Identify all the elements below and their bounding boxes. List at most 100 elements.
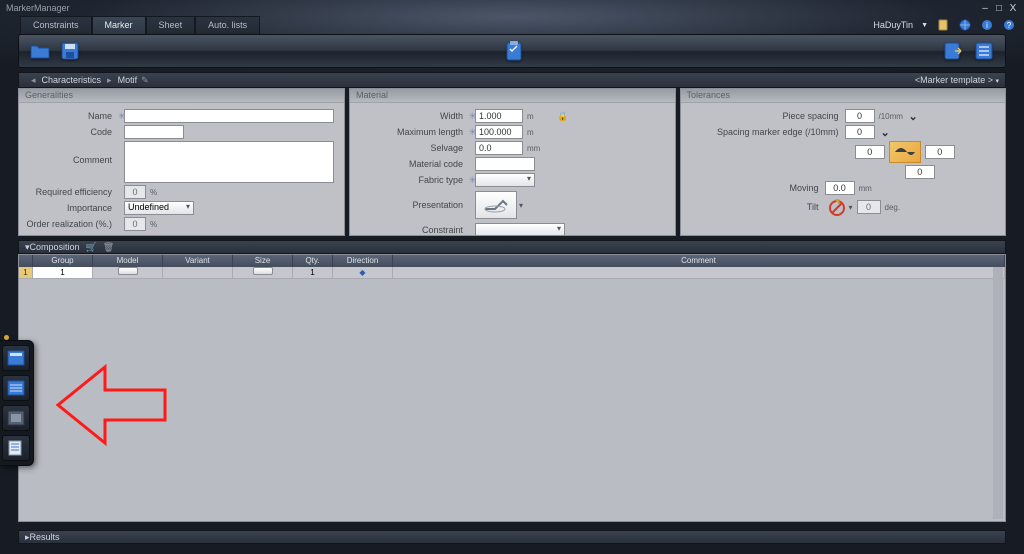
breadcrumb: ◂ Characteristics ▸ Motif ✎ <Marker temp… [18, 72, 1006, 88]
chevron-right-icon: ▸ [107, 75, 112, 86]
col-group[interactable]: Group [33, 255, 93, 267]
col-comment[interactable]: Comment [393, 255, 1005, 267]
side-dock [0, 340, 34, 466]
dock-btn-1[interactable] [2, 345, 30, 371]
col-size[interactable]: Size [233, 255, 293, 267]
edge-right-field[interactable] [925, 145, 955, 159]
col-qty[interactable]: Qty. [293, 255, 333, 267]
label-selvage: Selvage [354, 143, 469, 153]
pencil-icon[interactable]: ✎ [141, 75, 149, 86]
label-width: Width [354, 111, 469, 121]
panel-generalities-header: Generalities [19, 89, 344, 103]
piecespacing-field[interactable] [845, 109, 875, 123]
selvage-field[interactable] [475, 141, 523, 155]
results-title: Results [30, 532, 60, 542]
label-moving: Moving [685, 183, 825, 193]
grid-header: Group Model Variant Size Qty. Direction … [19, 255, 1005, 267]
cell-qty[interactable]: 1 [293, 267, 333, 279]
panel-material: Material Width✳ m 🔒 Maximum length✳ m Se… [349, 88, 676, 236]
fold-icon [481, 195, 511, 215]
composition-grid: Group Model Variant Size Qty. Direction … [18, 254, 1006, 522]
minimize-button[interactable]: – [980, 3, 990, 13]
svg-text:i: i [986, 21, 988, 30]
matcode-field[interactable] [475, 157, 535, 171]
dock-btn-3[interactable] [2, 405, 30, 431]
panel-material-header: Material [350, 89, 675, 103]
label-code: Code [23, 127, 118, 137]
panel-tolerances: Tolerances Piece spacing /10mm ⌄ Spacing… [680, 88, 1007, 236]
vertical-scrollbar[interactable] [993, 267, 1003, 519]
list-button[interactable] [971, 38, 997, 64]
globe-icon[interactable] [958, 18, 972, 32]
fabrictype-dropdown[interactable] [475, 173, 535, 187]
code-field[interactable] [124, 125, 184, 139]
orderreal-unit: % [150, 220, 174, 229]
clipboard-button[interactable] [501, 38, 527, 64]
marker-template-dropdown[interactable]: <Marker template > ▾ [915, 75, 999, 85]
label-matcode: Material code [354, 159, 469, 169]
maximize-button[interactable]: □ [994, 3, 1004, 13]
close-button[interactable]: X [1008, 3, 1018, 13]
col-direction[interactable]: Direction [333, 255, 393, 267]
results-bar[interactable]: ▸ Results [18, 530, 1006, 544]
orderreal-field[interactable] [124, 217, 146, 231]
dock-btn-4[interactable] [2, 435, 30, 461]
constraint-dropdown[interactable] [475, 223, 565, 235]
label-presentation: Presentation [354, 200, 469, 210]
cell-size-picker[interactable] [253, 267, 273, 275]
label-reqeff: Required efficiency [23, 187, 118, 197]
expand-chevron-icon-2[interactable]: ⌄ [881, 126, 890, 139]
dock-btn-2[interactable] [2, 375, 30, 401]
presentation-button[interactable] [475, 191, 517, 219]
tab-sheet[interactable]: Sheet [146, 16, 196, 34]
panel-tolerances-header: Tolerances [681, 89, 1006, 103]
maxlen-field[interactable] [475, 125, 523, 139]
help-icon[interactable]: ? [1002, 18, 1016, 32]
table-row[interactable]: 1 1 ◆ [19, 267, 1005, 279]
tab-constraints[interactable]: Constraints [20, 16, 92, 34]
delete-icon[interactable]: 🗑 [103, 242, 114, 253]
label-importance: Importance [23, 203, 118, 213]
paste-icon[interactable] [936, 18, 950, 32]
export-button[interactable] [941, 38, 967, 64]
col-variant[interactable]: Variant [163, 255, 233, 267]
user-name: HaDuyTin [873, 20, 913, 30]
col-rownum [19, 255, 33, 267]
cell-direction[interactable]: ◆ [333, 267, 393, 279]
label-comment: Comment [23, 141, 118, 165]
lock-icon[interactable]: 🔒 [557, 111, 568, 122]
label-orderreal: Order realization (%.) [23, 219, 118, 229]
composition-bar: ▾ Composition 🛒 🗑 [18, 240, 1006, 254]
moving-field[interactable] [825, 181, 855, 195]
name-field[interactable] [124, 109, 334, 123]
label-piecespacing: Piece spacing [685, 111, 845, 121]
open-folder-button[interactable] [27, 38, 53, 64]
edge-bottom-field[interactable] [905, 165, 935, 179]
tilt-field[interactable] [857, 200, 881, 214]
tilt-lock-icon[interactable] [825, 197, 849, 217]
row-number: 1 [19, 267, 33, 279]
edge-left-field[interactable] [855, 145, 885, 159]
width-field[interactable] [475, 109, 523, 123]
cell-variant[interactable] [163, 267, 233, 279]
crumb-characteristics[interactable]: Characteristics [42, 75, 102, 85]
crumb-motif[interactable]: Motif [118, 75, 138, 85]
cell-model-picker[interactable] [118, 267, 138, 275]
tab-auto-lists[interactable]: Auto. lists [195, 16, 260, 34]
col-model[interactable]: Model [93, 255, 163, 267]
label-tilt: Tilt [685, 202, 825, 212]
expand-chevron-icon[interactable]: ⌄ [909, 110, 918, 123]
tab-marker[interactable]: Marker [92, 16, 146, 34]
cell-comment[interactable] [393, 267, 1005, 279]
back-chevron-icon[interactable]: ◂ [31, 75, 36, 86]
importance-dropdown[interactable]: Undefined [124, 201, 194, 215]
user-menu[interactable]: HaDuyTin▼ i ? [873, 16, 1016, 34]
reqeff-field[interactable] [124, 185, 146, 199]
cart-icon[interactable]: 🛒 [86, 242, 97, 253]
grid-empty-area [19, 279, 1005, 521]
edge-field[interactable] [845, 125, 875, 139]
cell-group[interactable] [33, 267, 92, 278]
info-icon[interactable]: i [980, 18, 994, 32]
save-button[interactable] [57, 38, 83, 64]
comment-field[interactable] [124, 141, 334, 183]
